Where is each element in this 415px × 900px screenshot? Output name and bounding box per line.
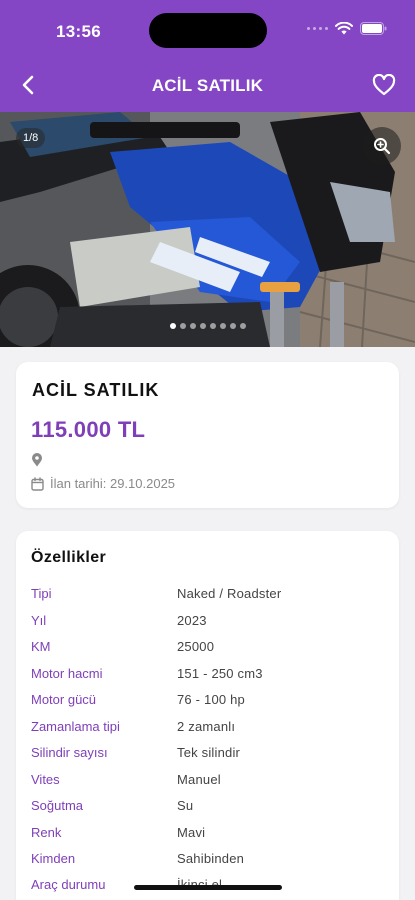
listing-title: ACİL SATILIK <box>32 380 160 400</box>
pager-dot[interactable] <box>189 323 196 329</box>
pager-dot[interactable] <box>179 323 186 329</box>
spec-value: 2 zamanlı <box>177 718 236 734</box>
spec-row: Zamanlama tipi 2 zamanlı <box>31 719 381 739</box>
spec-key: Motor hacmi <box>31 665 103 681</box>
spec-row: Soğutma Su <box>31 798 381 818</box>
spec-key: Vites <box>31 771 60 787</box>
spec-key: Zamanlama tipi <box>31 718 120 734</box>
pager-dot[interactable] <box>169 323 176 329</box>
spec-row: Motor hacmi 151 - 250 cm3 <box>31 666 381 686</box>
spec-key: Renk <box>31 824 62 840</box>
spec-row: Vites Manuel <box>31 772 381 792</box>
spec-value: 151 - 250 cm3 <box>177 665 263 681</box>
photo-counter: 1/8 <box>16 128 46 148</box>
pager-dot[interactable] <box>209 323 216 329</box>
spec-key: Kimden <box>31 851 76 866</box>
listing-photo <box>0 112 415 347</box>
spec-value: Su <box>177 798 194 813</box>
spec-key: Soğutma <box>31 798 84 813</box>
zoom-in-icon <box>374 138 391 155</box>
app-bar: ACİL SATILIK <box>0 58 415 112</box>
spec-row: Yıl 2023 <box>31 613 381 633</box>
spec-value: Naked / Roadster <box>177 586 282 601</box>
spec-row: KM 25000 <box>31 639 381 659</box>
photo-pager[interactable] <box>0 323 415 329</box>
favorite-button[interactable] <box>369 70 399 100</box>
spec-row: Tipi Naked / Roadster <box>31 586 381 606</box>
spec-row: Silindir sayısı Tek silindir <box>31 745 381 765</box>
listing-summary-card: ACİL SATILIK 115.000 TL İlan tarihi: 29.… <box>16 362 399 508</box>
spec-key: KM <box>31 639 51 654</box>
spec-value: Tek silindir <box>177 745 241 760</box>
spec-value: 25000 <box>177 639 215 654</box>
pager-dot[interactable] <box>239 323 246 329</box>
system-icons <box>307 22 387 35</box>
spec-key: Tipi <box>31 586 52 601</box>
spec-value: Sahibinden <box>177 851 245 866</box>
listing-date: İlan tarihi: 29.10.2025 <box>50 476 176 491</box>
page-title: ACİL SATILIK <box>151 76 264 95</box>
dynamic-island <box>149 13 267 48</box>
spec-key: Yıl <box>31 612 47 628</box>
spec-row: Kimden Sahibinden <box>31 851 381 871</box>
listing-price: 115.000 TL <box>31 417 146 442</box>
spec-value: 76 - 100 hp <box>177 692 245 707</box>
location-row <box>31 453 43 472</box>
spec-value: 2023 <box>177 612 207 628</box>
signal-icon <box>307 27 328 30</box>
specs-heading: Özellikler <box>31 549 107 566</box>
battery-icon <box>360 22 387 35</box>
spec-key: Araç durumu <box>31 877 106 892</box>
wifi-icon <box>335 22 353 35</box>
spec-key: Motor gücü <box>31 692 97 707</box>
pager-dot[interactable] <box>199 323 206 329</box>
specs-card: Özellikler Tipi Naked / Roadster Yıl 2023 … <box>16 531 399 900</box>
status-time: 13:56 <box>56 22 101 41</box>
spec-value: Mavi <box>177 824 206 840</box>
listing-date-row: İlan tarihi: 29.10.2025 <box>31 476 175 491</box>
pager-dot[interactable] <box>219 323 226 329</box>
location-pin-icon <box>32 453 42 467</box>
photo-gallery[interactable]: 1/8 <box>0 112 415 347</box>
pager-dot[interactable] <box>229 323 236 329</box>
status-bar: 13:56 <box>0 0 415 58</box>
zoom-button[interactable] <box>363 127 401 165</box>
heart-icon <box>372 74 396 96</box>
spec-value: Manuel <box>177 771 221 787</box>
spec-row: Renk Mavi <box>31 825 381 845</box>
spec-row: Motor gücü 76 - 100 hp <box>31 692 381 712</box>
spec-key: Silindir sayısı <box>31 745 108 760</box>
home-indicator <box>134 885 282 890</box>
calendar-icon <box>31 476 44 491</box>
